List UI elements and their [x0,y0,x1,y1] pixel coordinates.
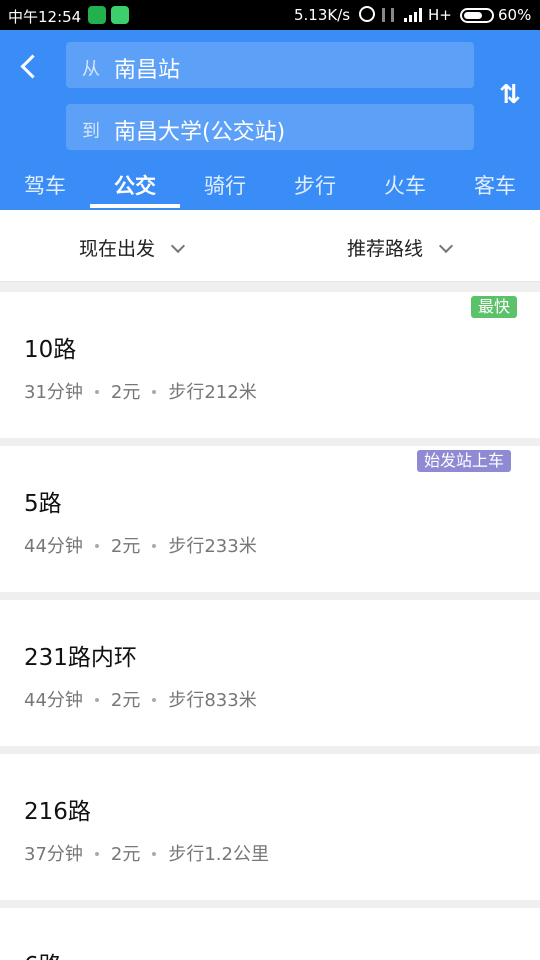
route-duration: 44分钟 [24,690,83,711]
transport-tabs: 驾车 公交 骑行 步行 火车 客车 [0,162,540,210]
route-walk: 步行233米 [168,536,257,557]
route-name: 6路 [24,946,62,960]
route-sort-filter[interactable]: 推荐路线 [347,234,454,261]
battery-icon [460,8,494,23]
route-name: 10路 [24,337,77,363]
sim1-signal-icon [382,8,394,22]
network-type: H+ [428,6,452,24]
active-tab-indicator [90,204,180,208]
route-card[interactable]: 6路 [0,908,540,960]
tab-drive[interactable]: 驾车 [0,170,90,200]
route-card[interactable]: 216路 37分钟 2元 步行1.2公里 [0,754,540,900]
separator-dot [94,852,99,856]
route-info: 44分钟 2元 步行833米 [24,686,257,712]
route-fare: 2元 [110,382,141,403]
alarm-icon [359,6,375,22]
filter-bar: 现在出发 推荐路线 [0,210,540,282]
chevron-down-icon [438,238,454,254]
route-walk: 步行833米 [168,690,257,711]
tab-train[interactable]: 火车 [360,170,450,200]
swap-icon[interactable]: ⇅ [494,80,522,112]
tab-walk[interactable]: 步行 [270,170,360,200]
chevron-down-icon [170,238,186,254]
route-info: 37分钟 2元 步行1.2公里 [24,840,269,866]
origin-field[interactable]: 从 南昌站 [66,42,474,88]
origin-prefix: 从 [82,59,100,80]
separator-dot [94,390,99,394]
separator-dot [152,698,157,702]
battery-percent: 60% [498,6,532,24]
origin-value: 南昌站 [114,58,181,83]
tab-cycle[interactable]: 骑行 [180,170,270,200]
status-bar: 中午12:54 5.13K/s H+ 60% [0,0,540,30]
route-name: 5路 [24,491,62,517]
destination-value: 南昌大学(公交站) [114,120,286,145]
route-duration: 37分钟 [24,844,83,865]
route-info: 44分钟 2元 步行233米 [24,532,257,558]
route-card[interactable]: 最快 10路 31分钟 2元 步行212米 [0,292,540,438]
app-notification-icon [111,6,129,24]
route-fare: 2元 [110,690,141,711]
fastest-badge: 最快 [471,296,518,318]
route-walk: 步行212米 [168,382,257,403]
destination-prefix: 到 [82,121,100,142]
separator-dot [152,544,157,548]
departure-time-filter[interactable]: 现在出发 [79,234,186,261]
route-duration: 44分钟 [24,536,83,557]
route-card[interactable]: 231路内环 44分钟 2元 步行833米 [0,600,540,746]
route-card[interactable]: 始发站上车 5路 44分钟 2元 步行233米 [0,446,540,592]
signal-icon [404,8,422,22]
separator-dot [94,698,99,702]
separator-dot [152,852,157,856]
departure-time-label: 现在出发 [79,238,156,260]
route-fare: 2元 [110,844,141,865]
wechat-icon [88,6,106,24]
origin-station-badge: 始发站上车 [417,450,512,472]
route-header: 从 南昌站 到 南昌大学(公交站) ⇅ 驾车 公交 骑行 步行 火车 客车 [0,30,540,210]
route-name: 216路 [24,799,91,825]
network-speed: 5.13K/s [294,6,351,24]
route-walk: 步行1.2公里 [168,844,269,865]
route-info: 31分钟 2元 步行212米 [24,378,257,404]
route-fare: 2元 [110,536,141,557]
separator-dot [94,544,99,548]
route-sort-label: 推荐路线 [347,238,424,260]
back-arrow-icon[interactable] [14,48,46,84]
destination-field[interactable]: 到 南昌大学(公交站) [66,104,474,150]
tab-bus[interactable]: 公交 [90,170,180,200]
separator-dot [152,390,157,394]
tab-coach[interactable]: 客车 [450,170,540,200]
status-time: 中午12:54 [8,8,82,26]
route-name: 231路内环 [24,645,137,671]
route-duration: 31分钟 [24,382,83,403]
